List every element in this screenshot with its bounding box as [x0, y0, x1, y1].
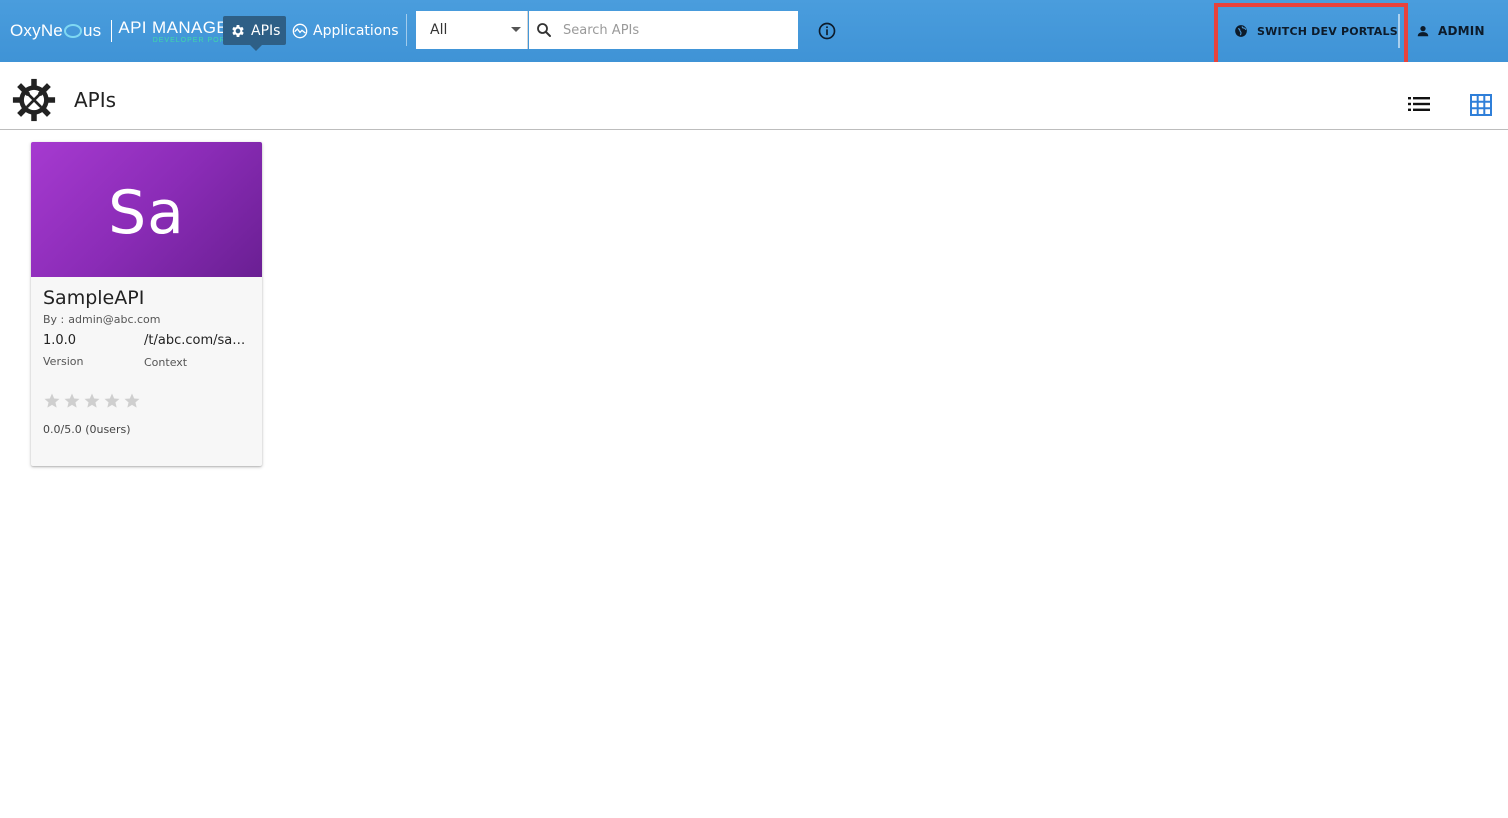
api-author: By : admin@abc.com [43, 313, 161, 326]
api-thumbnail[interactable]: Sa [31, 142, 262, 277]
api-context-label: Context [144, 356, 188, 369]
apis-gear-tools-icon [12, 78, 56, 122]
applications-icon [292, 23, 308, 38]
search-box [529, 11, 798, 49]
dropdown-arrow-icon [511, 27, 521, 32]
user-menu-label: ADMIN [1438, 24, 1485, 38]
star-icon[interactable] [43, 392, 61, 410]
star-icon[interactable] [123, 392, 141, 410]
header-divider [1398, 14, 1400, 48]
nav-apis[interactable]: APIs [223, 16, 286, 51]
api-thumbnail-text: Sa [108, 177, 185, 248]
api-context-value: /t/abc.com/sam... [144, 333, 256, 348]
brand-name-right: us [82, 21, 102, 40]
star-rating[interactable] [43, 392, 141, 410]
person-icon [1417, 26, 1429, 37]
list-view-icon[interactable] [1408, 96, 1430, 112]
star-icon[interactable] [83, 392, 101, 410]
gear-icon [232, 24, 244, 37]
api-author-email: admin@abc.com [68, 313, 161, 326]
star-icon[interactable] [63, 392, 81, 410]
grid-view-icon[interactable] [1470, 94, 1492, 116]
nav-applications[interactable]: Applications [292, 16, 399, 45]
api-version-label: Version [43, 355, 84, 368]
brand-name-left: OxyNe [10, 21, 63, 40]
page-title: APIs [74, 88, 117, 112]
nav-applications-label: Applications [313, 22, 399, 39]
brand-logo[interactable]: OxyNe us API MANAGER DEVELOPER PORTAL [10, 18, 241, 44]
page-header: APIs [0, 62, 1508, 130]
brand-divider [111, 20, 113, 42]
api-version-value: 1.0.0 [43, 333, 77, 348]
nav-divider [406, 14, 407, 46]
brand-x-ring-icon [63, 24, 82, 38]
nav-apis-label: APIs [251, 22, 281, 39]
api-card[interactable]: Sa SampleAPI By : admin@abc.com 1.0.0 Ver… [31, 142, 262, 466]
search-filter-value: All [430, 22, 448, 38]
star-icon[interactable] [103, 392, 121, 410]
api-name[interactable]: SampleAPI [43, 287, 144, 309]
search-input[interactable] [563, 22, 783, 38]
search-filter-select[interactable]: All [416, 11, 528, 49]
active-nav-caret [250, 45, 262, 51]
info-icon[interactable] [817, 21, 837, 41]
search-icon [537, 23, 551, 37]
top-app-bar: OxyNe us API MANAGER DEVELOPER PORTAL API… [0, 0, 1508, 73]
api-author-prefix: By : [43, 313, 65, 326]
api-rating-text: 0.0/5.0 (0users) [43, 423, 131, 436]
user-menu-button[interactable]: ADMIN [1416, 14, 1485, 48]
